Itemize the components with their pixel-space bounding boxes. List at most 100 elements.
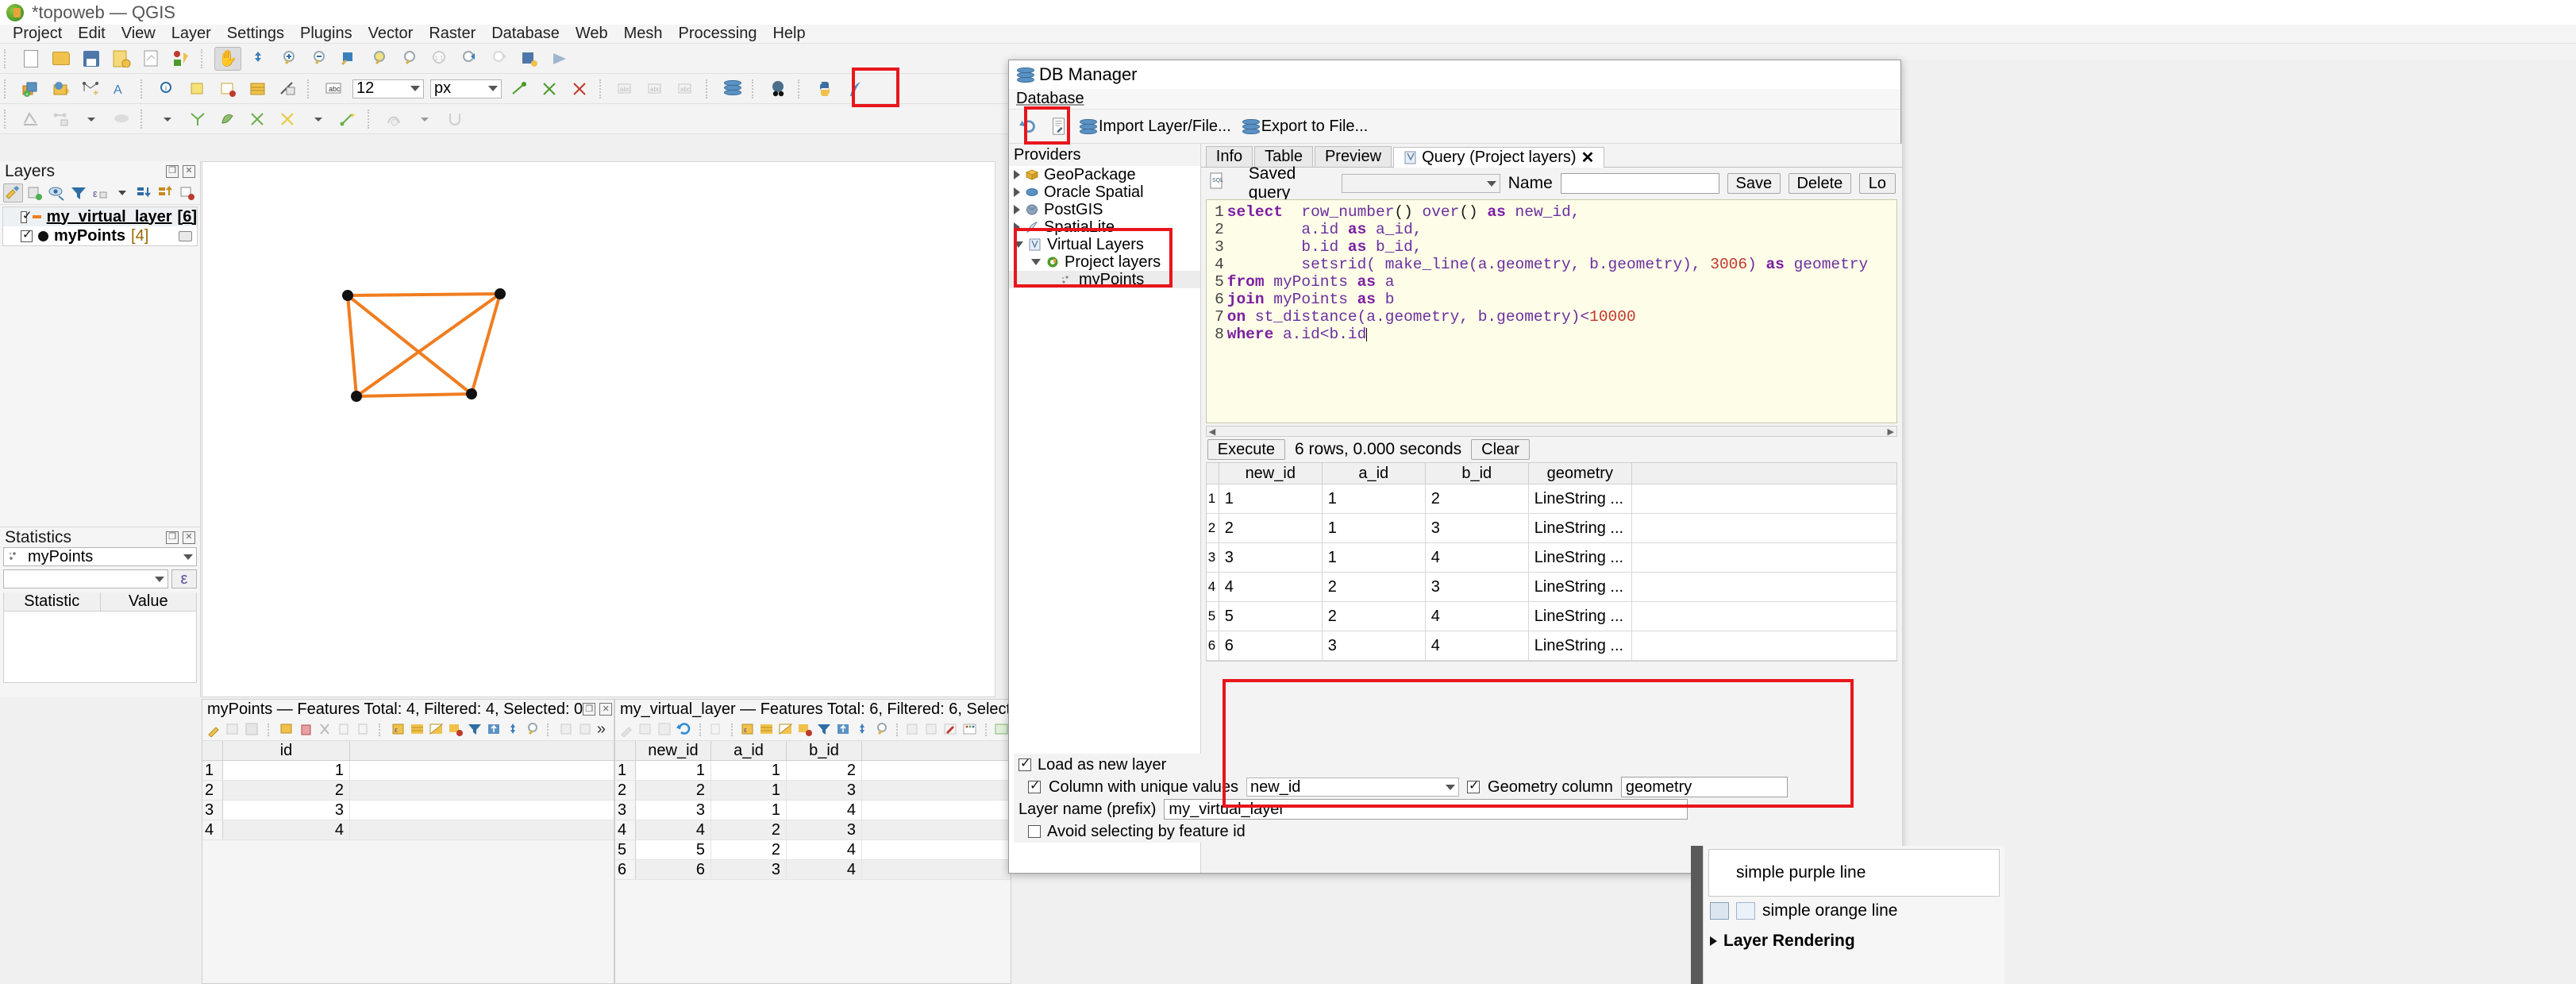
table-row[interactable]: 1112: [615, 761, 1011, 781]
move-selection-to-top-icon[interactable]: [486, 722, 502, 737]
table-cell[interactable]: 2: [711, 820, 787, 839]
chevron-down-icon-tb3b[interactable]: [154, 107, 181, 131]
multi-edit-icon[interactable]: [225, 722, 241, 737]
export-to-file-button[interactable]: Export to File...: [1238, 115, 1373, 138]
table-row[interactable]: 2213: [615, 781, 1011, 801]
table-cell[interactable]: 2: [1323, 602, 1426, 631]
paste-icon[interactable]: [356, 722, 372, 737]
new-column-icon[interactable]: [559, 722, 575, 737]
chevron-right-icon-tree[interactable]: [1014, 187, 1020, 197]
attribute-table-virtual-toolbar[interactable]: ε: [615, 719, 1011, 741]
table-cell[interactable]: LineString ...: [1529, 631, 1632, 660]
table-row[interactable]: 5524: [615, 840, 1011, 860]
chevron-right-icon-rendering[interactable]: [1710, 936, 1717, 946]
table-cell[interactable]: 2: [636, 781, 711, 800]
manage-map-themes-icon[interactable]: [47, 183, 66, 203]
close-icon[interactable]: ✕: [183, 164, 195, 178]
toolbar-handle-9[interactable]: [798, 79, 806, 98]
chevron-down-icon-units[interactable]: [488, 86, 498, 91]
scroll-left-arrow-icon[interactable]: ◀: [1207, 426, 1218, 437]
deselect-all-icon[interactable]: [448, 722, 464, 737]
open-layer-styling-panel-icon[interactable]: [3, 183, 23, 203]
table-cell[interactable]: LineString ...: [1529, 602, 1632, 631]
unique-geometry-row[interactable]: Column with unique values new_id Geometr…: [1014, 776, 1897, 798]
table-cell[interactable]: 2: [223, 781, 350, 800]
table-cell[interactable]: 4: [787, 801, 862, 820]
filter-legend-icon[interactable]: [68, 183, 87, 203]
provider-item-spatialite[interactable]: SpatiaLite: [1009, 218, 1200, 236]
table-cell[interactable]: 2: [1219, 514, 1323, 542]
offset-curve-icon[interactable]: [335, 107, 362, 131]
field-calculator-icon-v[interactable]: ε: [740, 722, 756, 737]
chevron-down-icon[interactable]: [410, 86, 420, 91]
label-abc-3-icon[interactable]: abc: [673, 77, 700, 101]
table-cell[interactable]: 3: [787, 781, 862, 800]
toggle-editing-icon[interactable]: [206, 722, 222, 738]
table-cell[interactable]: 1: [223, 761, 350, 780]
menu-processing[interactable]: Processing: [671, 24, 765, 44]
menu-edit[interactable]: Edit: [70, 24, 113, 44]
table-cell[interactable]: 3: [787, 820, 862, 839]
column-header-a-id[interactable]: a_id: [711, 741, 787, 760]
menu-help[interactable]: Help: [764, 24, 813, 44]
statistics-field-combo[interactable]: [3, 569, 168, 588]
zoom-to-feature-icon[interactable]: [524, 722, 540, 737]
table-row[interactable]: 3314: [615, 801, 1011, 820]
table-cell[interactable]: 3: [223, 801, 350, 820]
collapse-all-icon[interactable]: [156, 183, 175, 203]
toolbar-handle-4[interactable]: [141, 79, 148, 98]
chevron-down-icon-layers[interactable]: [112, 183, 131, 203]
table-cell[interactable]: 1: [636, 761, 711, 780]
style-manager-icon[interactable]: [168, 47, 195, 71]
table-cell[interactable]: 5: [1219, 602, 1323, 631]
table-row[interactable]: 1 1 1 2 LineString ...: [1206, 484, 1896, 514]
table-row[interactable]: 22: [202, 781, 614, 801]
select-all-icon[interactable]: [410, 722, 425, 737]
table-cell[interactable]: 2: [787, 761, 862, 780]
reshape-features-icon[interactable]: [108, 107, 135, 131]
query-results-body[interactable]: 1 1 1 2 LineString ... 2 2 1 3 LineString ... 3 3 1 4…: [1206, 484, 1896, 661]
db-manager-toolbar[interactable]: Import Layer/File... Export to File...: [1009, 110, 1900, 144]
edit-widget-icon-v[interactable]: [943, 722, 959, 737]
invert-selection-icon[interactable]: [429, 722, 445, 737]
column-header-b-id[interactable]: b_id: [787, 741, 862, 760]
table-row[interactable]: 5 5 2 4 LineString ...: [1206, 602, 1896, 631]
menu-raster[interactable]: Raster: [421, 24, 483, 44]
table-cell[interactable]: LineString ...: [1529, 514, 1632, 542]
chevron-right-icon-tree[interactable]: [1014, 222, 1020, 232]
menubar[interactable]: Project Edit View Layer Settings Plugins…: [0, 25, 2576, 44]
table-cell[interactable]: 1: [1323, 514, 1426, 542]
chevron-down-icon-stats-field[interactable]: [155, 576, 164, 582]
result-col-geometry[interactable]: geometry: [1529, 463, 1632, 484]
multi-edit-icon-v[interactable]: [638, 722, 654, 737]
zoom-native-icon[interactable]: 1:1: [425, 47, 452, 71]
table-cell[interactable]: 5: [636, 840, 711, 859]
toolbar-handle-10[interactable]: [4, 109, 12, 129]
db-manager-icon[interactable]: [719, 77, 746, 101]
table-cell[interactable]: 1: [711, 761, 787, 780]
save-project-icon[interactable]: [78, 47, 105, 71]
geometry-column-input[interactable]: geometry: [1620, 777, 1788, 797]
add-feature-icon[interactable]: [506, 77, 533, 101]
table-cell[interactable]: LineString ...: [1529, 543, 1632, 572]
undock-icon-stats[interactable]: ❐: [166, 531, 179, 544]
open-project-icon[interactable]: [48, 47, 75, 71]
layer-name-row[interactable]: Layer name (prefix) my_virtual_layer: [1014, 798, 1897, 820]
chevron-down-icon-tb3c[interactable]: [305, 107, 332, 131]
table-row[interactable]: 44: [202, 820, 614, 840]
table-cell[interactable]: 2: [1323, 573, 1426, 601]
conditional-formatting-icon-v[interactable]: [962, 722, 978, 737]
field-calculator-icon[interactable]: ε: [391, 722, 406, 737]
attribute-table-virtual-body[interactable]: 111222133314442355246634: [615, 761, 1011, 880]
add-mesh-layer-icon[interactable]: ✳: [78, 77, 105, 101]
table-cell[interactable]: 3: [636, 801, 711, 820]
undock-icon[interactable]: ❐: [166, 164, 179, 178]
table-row[interactable]: 2 2 1 3 LineString ...: [1206, 514, 1896, 543]
chevron-down-icon-tree[interactable]: [1014, 241, 1023, 248]
new-project-icon[interactable]: [17, 47, 44, 71]
dock-table-icon-v[interactable]: [994, 722, 1010, 737]
scroll-right-arrow-icon[interactable]: ▶: [1885, 426, 1896, 437]
menu-view[interactable]: View: [114, 24, 164, 44]
avoid-select-row[interactable]: Avoid selecting by feature id: [1014, 820, 1897, 843]
menu-layer[interactable]: Layer: [164, 24, 219, 44]
